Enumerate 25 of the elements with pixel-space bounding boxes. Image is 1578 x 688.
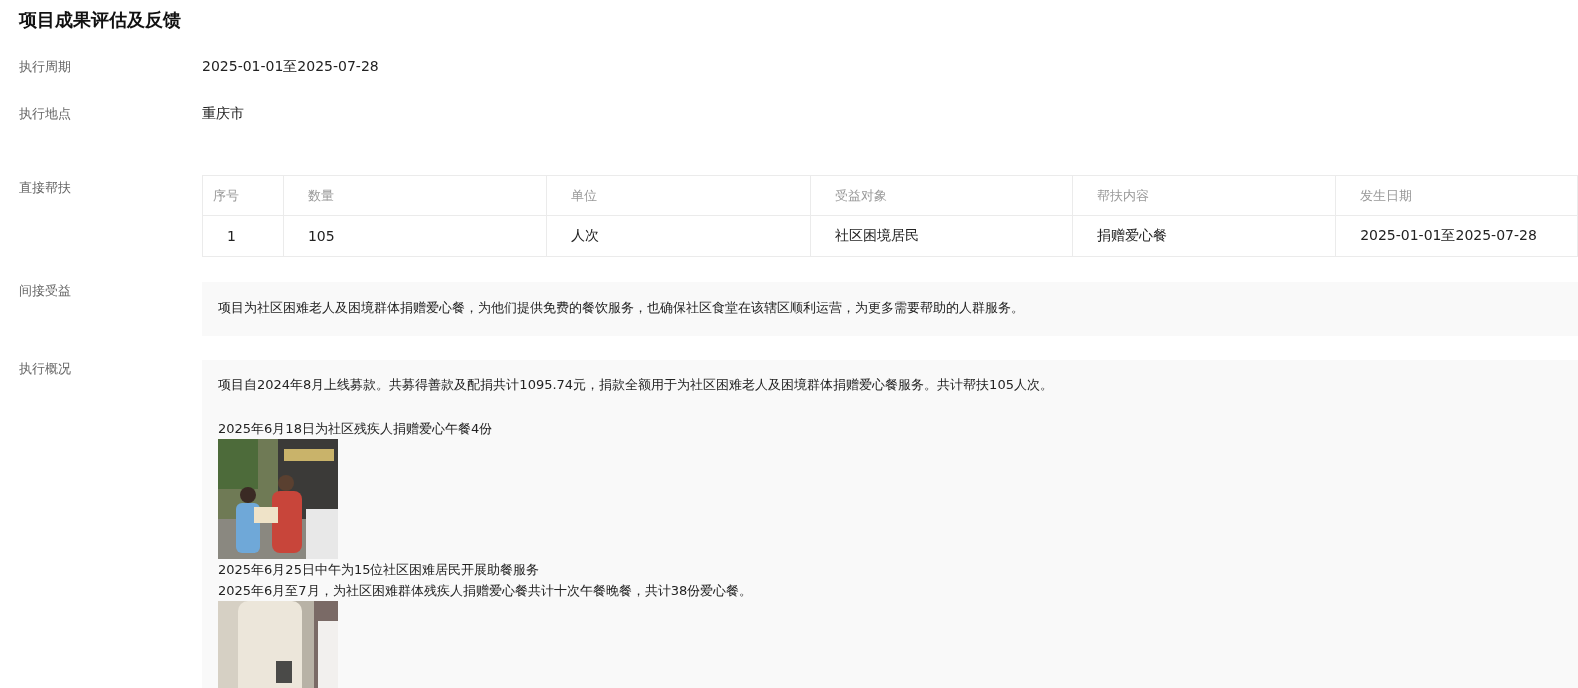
table-cell: 1 bbox=[202, 215, 284, 257]
table-cell: 社区困境居民 bbox=[810, 215, 1073, 257]
summary-text: 项目自2024年8月上线募款。共募得善款及配捐共计1095.74元，捐款全额用于为社区困难老人及困境群体捐赠爱心餐服务。共计帮扶105人次。 bbox=[218, 376, 1054, 394]
field-value: 重庆市 bbox=[202, 105, 244, 123]
field-label: 执行周期 bbox=[19, 58, 72, 76]
field-label: 执行地点 bbox=[19, 105, 72, 123]
log-text: 2025年6月18日为社区残疾人捐赠爱心午餐4份 bbox=[218, 420, 494, 438]
table-cell: 2025-01-01至2025-07-28 bbox=[1335, 215, 1578, 257]
table-cell: 人次 bbox=[546, 215, 811, 257]
table-cell: 捐赠爱心餐 bbox=[1072, 215, 1336, 257]
field-label: 直接帮扶 bbox=[19, 179, 72, 197]
field-value: 2025-01-01至2025-07-28 bbox=[202, 58, 379, 76]
page-title: 项目成果评估及反馈 bbox=[19, 8, 182, 32]
column-header: 发生日期 bbox=[1335, 175, 1578, 216]
column-header: 单位 bbox=[546, 175, 811, 216]
column-header: 受益对象 bbox=[810, 175, 1073, 216]
column-header: 帮扶内容 bbox=[1072, 175, 1336, 216]
field-label: 间接受益 bbox=[19, 282, 72, 300]
log-text: 2025年6月25日中午为15位社区困难居民开展助餐服务 bbox=[218, 561, 541, 579]
column-header: 数量 bbox=[283, 175, 547, 216]
column-header: 序号 bbox=[202, 175, 284, 216]
benefit-text: 项目为社区困难老人及困境群体捐赠爱心餐，为他们提供免费的餐饮服务，也确保社区食堂在该辖区顺利运营，为更多需要帮助的人群服务。 bbox=[218, 299, 1025, 317]
log-text: 2025年6月至7月，为社区困难群体残疾人捐赠爱心餐共计十次午餐晚餐，共计38份爱心餐。 bbox=[218, 582, 754, 600]
table-cell: 105 bbox=[283, 215, 547, 257]
field-label: 执行概况 bbox=[19, 360, 72, 378]
